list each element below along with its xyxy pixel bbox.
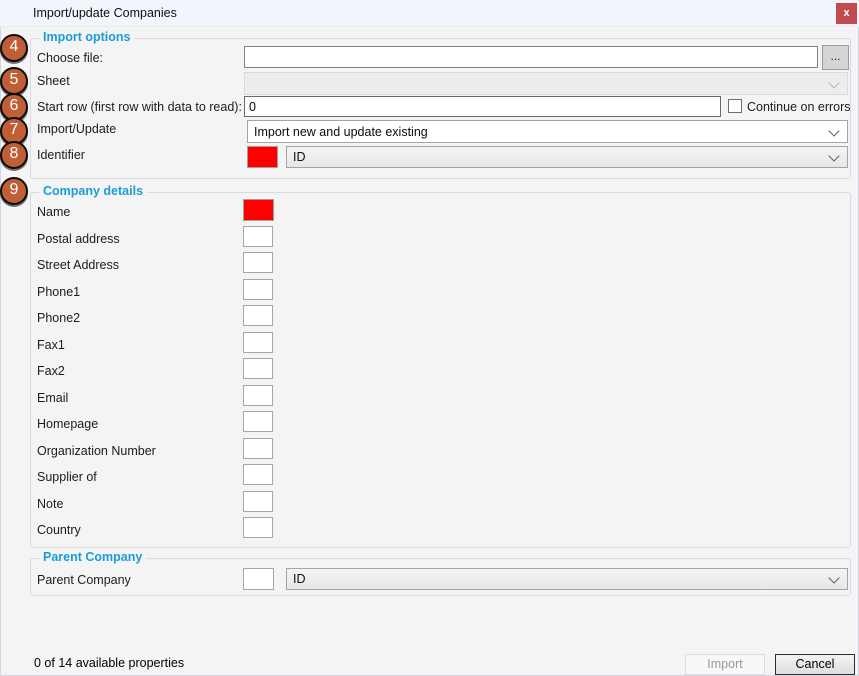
step-badge-5: 5 — [0, 67, 28, 95]
field-mapping-box-postal-address[interactable] — [243, 226, 273, 247]
chevron-down-icon — [828, 77, 839, 88]
field-mapping-box-fax1[interactable] — [243, 332, 273, 353]
close-icon: x — [843, 7, 849, 19]
parent-company-combobox[interactable]: ID — [286, 568, 848, 590]
choose-file-input[interactable] — [244, 46, 818, 68]
identifier-label: Identifier — [37, 148, 85, 162]
chevron-down-icon — [828, 125, 839, 136]
field-label-fax1: Fax1 — [37, 338, 65, 352]
step-badge-8: 8 — [0, 141, 28, 169]
start-row-input[interactable] — [244, 96, 721, 117]
group-company-details: Company details NamePostal addressStreet… — [30, 192, 851, 548]
field-label-email: Email — [37, 391, 68, 405]
window-title: Import/update Companies — [33, 6, 177, 20]
identifier-combobox[interactable]: ID — [286, 146, 848, 168]
chevron-down-icon — [828, 572, 839, 583]
group-import-options-title: Import options — [39, 30, 135, 44]
cancel-button[interactable]: Cancel — [775, 654, 855, 675]
sheet-combobox — [244, 72, 848, 95]
step-badge-4: 4 — [0, 34, 28, 62]
group-company-details-title: Company details — [39, 184, 147, 198]
field-label-postal-address: Postal address — [37, 232, 120, 246]
group-parent-company-title: Parent Company — [39, 550, 146, 564]
continue-on-errors-label: Continue on errors — [747, 100, 851, 114]
browse-button[interactable]: ... — [822, 45, 849, 70]
field-label-country: Country — [37, 523, 81, 537]
field-label-phone2: Phone2 — [37, 311, 80, 325]
import-update-companies-dialog: Import/update Companies x Import options… — [0, 0, 859, 676]
title-bar: Import/update Companies x — [0, 0, 859, 27]
choose-file-label: Choose file: — [37, 51, 103, 65]
field-mapping-box-organization-number[interactable] — [243, 438, 273, 459]
field-mapping-box-note[interactable] — [243, 491, 273, 512]
parent-company-mapping-box[interactable] — [243, 568, 274, 590]
field-mapping-box-fax2[interactable] — [243, 358, 273, 379]
import-update-combobox[interactable]: Import new and update existing — [247, 120, 848, 143]
sheet-label: Sheet — [37, 74, 70, 88]
field-label-phone1: Phone1 — [37, 285, 80, 299]
group-parent-company: Parent Company Parent Company ID — [30, 558, 851, 596]
field-mapping-box-email[interactable] — [243, 385, 273, 406]
field-label-note: Note — [37, 497, 63, 511]
status-text: 0 of 14 available properties — [34, 656, 184, 670]
field-mapping-box-country[interactable] — [243, 517, 273, 538]
field-mapping-box-name[interactable] — [243, 199, 274, 221]
continue-on-errors-checkbox[interactable] — [728, 99, 742, 113]
group-import-options: Import options Choose file: ... Sheet St… — [30, 38, 851, 179]
field-mapping-box-street-address[interactable] — [243, 252, 273, 273]
field-label-organization-number: Organization Number — [37, 444, 156, 458]
field-mapping-box-phone1[interactable] — [243, 279, 273, 300]
step-badge-9: 9 — [0, 177, 28, 205]
import-button[interactable]: Import — [685, 654, 765, 675]
identifier-mapping-box[interactable] — [247, 146, 278, 168]
import-update-label: Import/Update — [37, 122, 116, 136]
field-label-street-address: Street Address — [37, 258, 119, 272]
field-mapping-box-supplier-of[interactable] — [243, 464, 273, 485]
field-label-fax2: Fax2 — [37, 364, 65, 378]
chevron-down-icon — [828, 150, 839, 161]
field-mapping-box-homepage[interactable] — [243, 411, 273, 432]
parent-company-label: Parent Company — [37, 573, 131, 587]
field-mapping-box-phone2[interactable] — [243, 305, 273, 326]
field-label-homepage: Homepage — [37, 417, 98, 431]
field-label-supplier-of: Supplier of — [37, 470, 97, 484]
field-label-name: Name — [37, 205, 70, 219]
close-button[interactable]: x — [836, 3, 857, 24]
start-row-label: Start row (first row with data to read): — [37, 100, 242, 114]
